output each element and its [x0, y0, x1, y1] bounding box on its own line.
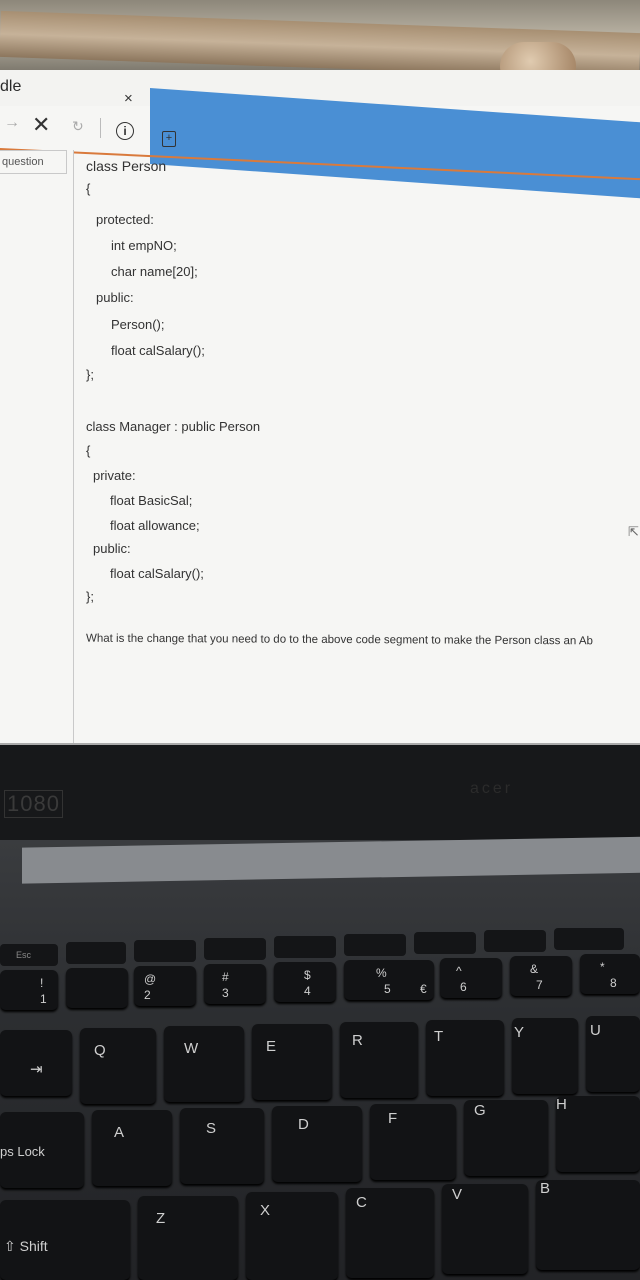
- code-line: {: [86, 443, 91, 458]
- code-line: private:: [93, 468, 136, 483]
- function-key[interactable]: [554, 928, 624, 950]
- function-key[interactable]: [274, 936, 336, 958]
- window-title: dle: [0, 78, 22, 95]
- key-s[interactable]: S: [180, 1108, 264, 1184]
- key-2[interactable]: [66, 968, 128, 1008]
- key-h[interactable]: H: [556, 1096, 640, 1172]
- key-x[interactable]: X: [246, 1192, 338, 1280]
- key-g[interactable]: G: [464, 1100, 548, 1176]
- key-d[interactable]: D: [272, 1106, 362, 1182]
- code-line: char name[20];: [111, 264, 198, 279]
- esc-key[interactable]: Esc: [0, 944, 58, 966]
- key-u[interactable]: U: [586, 1016, 640, 1092]
- key-1[interactable]: ! 1: [0, 970, 58, 1010]
- info-icon[interactable]: i: [116, 122, 134, 140]
- screen-bezel: [0, 745, 640, 845]
- tab-close-icon[interactable]: ×: [124, 90, 133, 107]
- function-key[interactable]: [134, 940, 196, 962]
- code-line: protected:: [96, 212, 154, 227]
- reload-icon[interactable]: ↻: [72, 118, 84, 135]
- function-key[interactable]: [66, 942, 126, 964]
- code-line: int empNO;: [111, 238, 177, 253]
- toolbar-separator: [100, 118, 101, 138]
- brand-logo: acer: [470, 780, 514, 797]
- key-7[interactable]: & 7: [510, 956, 572, 996]
- function-key[interactable]: [484, 930, 546, 952]
- key-6[interactable]: ^ 6: [440, 958, 502, 998]
- question-tab[interactable]: question: [0, 150, 67, 174]
- side-panel: [0, 150, 74, 745]
- key-t[interactable]: T: [426, 1020, 504, 1096]
- code-line: };: [86, 367, 94, 382]
- key-w[interactable]: W: [164, 1026, 244, 1102]
- code-line: class Manager : public Person: [86, 419, 261, 434]
- mouse-cursor-icon: ⇱: [628, 524, 639, 539]
- key-4[interactable]: $4: [274, 962, 336, 1002]
- key-8[interactable]: * 8: [580, 954, 640, 994]
- code-line: public:: [93, 541, 131, 556]
- function-key[interactable]: [414, 932, 476, 954]
- key-z[interactable]: Z: [138, 1196, 238, 1280]
- caps-lock-key[interactable]: ps Lock: [0, 1112, 84, 1188]
- code-line: class Person: [86, 158, 167, 174]
- code-line: float calSalary();: [111, 343, 205, 358]
- hd-badge: 1080: [4, 790, 63, 818]
- code-line: float allowance;: [110, 518, 200, 533]
- function-key[interactable]: [344, 934, 406, 956]
- code-line: {: [86, 181, 91, 196]
- code-line: Person();: [111, 317, 165, 332]
- code-line: float calSalary();: [110, 566, 204, 581]
- shift-key[interactable]: ⇧ Shift: [0, 1200, 130, 1280]
- add-document-icon[interactable]: +: [162, 131, 176, 147]
- key-a[interactable]: A: [92, 1110, 172, 1186]
- key-2[interactable]: @2: [134, 966, 196, 1006]
- key-3[interactable]: #3: [204, 964, 266, 1004]
- key-5[interactable]: % 5 €: [344, 960, 434, 1000]
- key-q[interactable]: Q: [80, 1028, 156, 1104]
- tab-key[interactable]: ⇥: [0, 1030, 72, 1096]
- code-line: public:: [96, 290, 134, 305]
- function-key[interactable]: [204, 938, 266, 960]
- key-y[interactable]: Y: [512, 1018, 578, 1094]
- key-v[interactable]: V: [442, 1184, 528, 1274]
- key-f[interactable]: F: [370, 1104, 456, 1180]
- code-line: float BasicSal;: [110, 493, 193, 508]
- forward-arrow-icon[interactable]: →: [4, 114, 20, 132]
- key-c[interactable]: C: [346, 1188, 434, 1278]
- code-line: };: [86, 589, 94, 604]
- key-r[interactable]: R: [340, 1022, 418, 1098]
- key-e[interactable]: E: [252, 1024, 332, 1100]
- key-b[interactable]: B: [536, 1180, 640, 1270]
- stop-icon[interactable]: ✕: [32, 112, 50, 138]
